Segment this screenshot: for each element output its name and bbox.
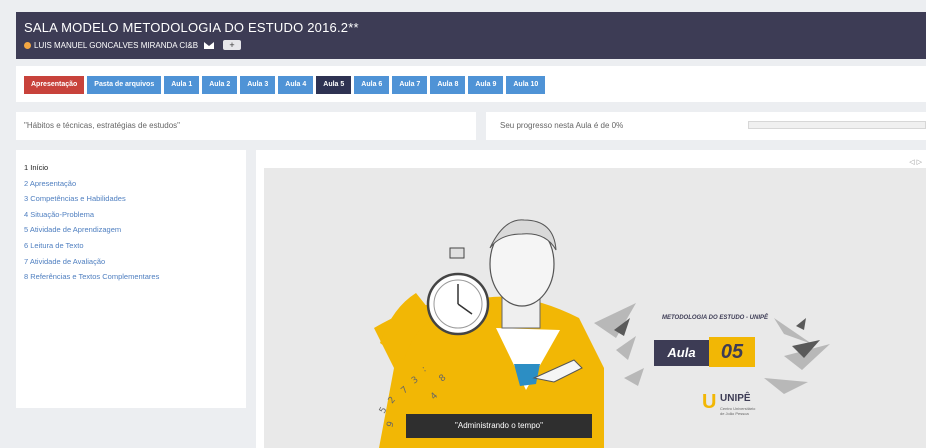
sidebar-item-4[interactable]: 4 Situação-Problema — [24, 207, 246, 223]
course-header: SALA MODELO METODOLOGIA DO ESTUDO 2016.2… — [16, 12, 926, 59]
tabs-panel: Apresentação Pasta de arquivos Aula 1 Aula … — [16, 66, 926, 102]
aula-badge: Aula 05 — [654, 337, 766, 367]
slide: 5 2 7 3 : 9 4 8 METODOLOGIA DO ESTUDO - … — [264, 168, 926, 448]
tab-aula-8[interactable]: Aula 8 — [430, 76, 466, 94]
slide-illustration: 5 2 7 3 : 9 4 8 — [374, 219, 830, 448]
tab-aula-4[interactable]: Aula 4 — [278, 76, 314, 94]
sidebar-item-8[interactable]: 8 Referências e Textos Complementares — [24, 269, 246, 285]
plus-button[interactable]: + — [223, 40, 242, 50]
unipe-logo-letter: U — [702, 391, 717, 413]
triangle-left-icon[interactable]: ◁ — [909, 159, 914, 166]
lesson-tabs: Apresentação Pasta de arquivos Aula 1 Aula … — [24, 76, 546, 94]
unipe-logo-name: UNIPÊ — [720, 393, 751, 404]
tab-apresenta-o[interactable]: Apresentação — [24, 76, 85, 94]
tab-aula-6[interactable]: Aula 6 — [354, 76, 390, 94]
sidebar-item-7[interactable]: 7 Atividade de Avaliação — [24, 254, 246, 270]
sidebar-item-3[interactable]: 3 Competências e Habilidades — [24, 191, 246, 207]
tab-aula-5[interactable]: Aula 5 — [316, 76, 352, 94]
envelope-icon[interactable] — [204, 41, 215, 49]
course-title: SALA MODELO METODOLOGIA DO ESTUDO 2016.2… — [24, 20, 359, 35]
tab-aula-3[interactable]: Aula 3 — [240, 76, 276, 94]
user-name: LUIS MANUEL GONCALVES MIRANDA CI&B — [34, 40, 199, 50]
slide-nav: ◁ ▷ — [909, 158, 922, 166]
tab-aula-9[interactable]: Aula 9 — [468, 76, 504, 94]
sidebar-item-2[interactable]: 2 Apresentação — [24, 176, 246, 192]
aula-number: 05 — [709, 337, 755, 367]
tab-aula-1[interactable]: Aula 1 — [164, 76, 200, 94]
slide-heading: METODOLOGIA DO ESTUDO - UNIPÊ — [662, 315, 769, 321]
triangle-right-icon[interactable]: ▷ — [917, 159, 922, 166]
sidebar-item-6[interactable]: 6 Leitura de Texto — [24, 238, 246, 254]
sidebar-list: 1 Início 2 Apresentação 3 Competências e H… — [16, 150, 246, 285]
tab-aula-7[interactable]: Aula 7 — [392, 76, 428, 94]
sidebar: 1 Início 2 Apresentação 3 Competências e H… — [16, 150, 246, 408]
lesson-subtitle: "Hábitos e técnicas, estratégias de estu… — [16, 112, 476, 140]
progress-bar — [748, 121, 926, 129]
tab-aula-10[interactable]: Aula 10 — [506, 76, 546, 94]
user-icon — [24, 41, 31, 49]
aula-word: Aula — [654, 340, 709, 366]
tab-pasta-de-arquivos[interactable]: Pasta de arquivos — [87, 76, 162, 94]
main-content: ◁ ▷ 5 2 7 3: 9 4 8 METODOLOGIA DO ESTUD… — [256, 150, 926, 448]
sidebar-item-5[interactable]: 5 Atividade de Aprendizagem — [24, 222, 246, 238]
unipe-logo-subtitle: Centro Universitário de João Pessoa — [720, 406, 756, 416]
tab-aula-2[interactable]: Aula 2 — [202, 76, 238, 94]
progress-panel: Seu progresso nesta Aula é de 0% — [486, 112, 926, 140]
progress-label: Seu progresso nesta Aula é de 0% — [500, 121, 624, 130]
sidebar-item-1[interactable]: 1 Início — [24, 160, 246, 176]
slide-caption: "Administrando o tempo" — [406, 414, 592, 438]
user-info: LUIS MANUEL GONCALVES MIRANDA CI&B + — [24, 40, 242, 50]
